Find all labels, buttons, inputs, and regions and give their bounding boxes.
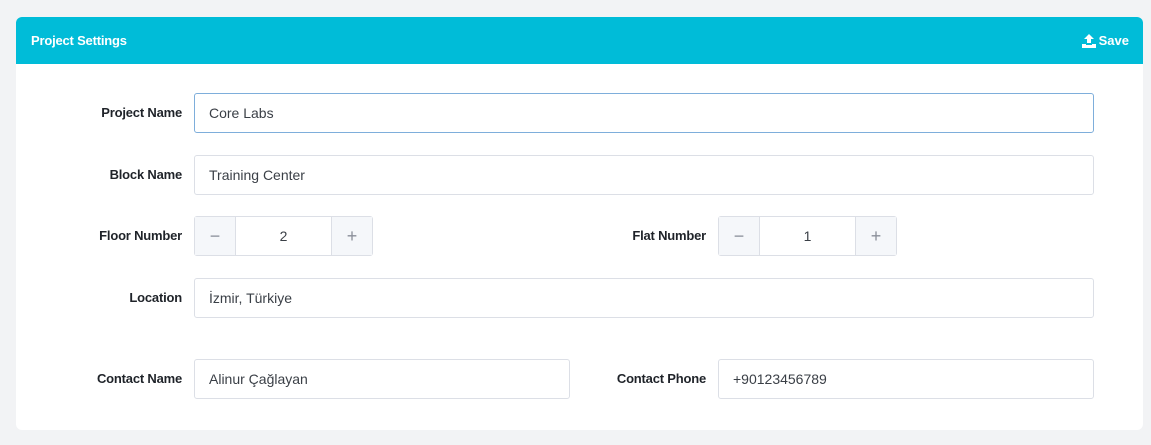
- block-name-row: Block Name Training Center: [16, 155, 1143, 195]
- floor-decrement-button[interactable]: −: [195, 217, 236, 255]
- project-name-row: Project Name Core Labs: [16, 93, 1143, 133]
- contact-name-label: Contact Name: [96, 371, 182, 386]
- flat-number-value[interactable]: 1: [760, 217, 855, 255]
- contact-name-input[interactable]: Alinur Çağlayan: [194, 359, 570, 399]
- contact-phone-input[interactable]: +90123456789: [718, 359, 1094, 399]
- upload-icon: [1081, 33, 1096, 48]
- floor-number-stepper[interactable]: − 2 +: [194, 216, 373, 256]
- flat-increment-button[interactable]: +: [855, 217, 896, 255]
- card-title: Project Settings: [31, 33, 127, 48]
- block-name-input[interactable]: Training Center: [194, 155, 1094, 195]
- floor-number-value[interactable]: 2: [236, 217, 331, 255]
- floor-increment-button[interactable]: +: [331, 217, 372, 255]
- floor-number-label: Floor Number: [99, 228, 182, 243]
- flat-number-label: Flat Number: [632, 228, 706, 243]
- contact-row: Contact Name Alinur Çağlayan Contact Pho…: [16, 359, 1143, 399]
- project-name-label: Project Name: [101, 105, 182, 120]
- save-label: Save: [1098, 33, 1129, 48]
- card-header: Project Settings Save: [16, 17, 1143, 64]
- location-input[interactable]: İzmir, Türkiye: [194, 278, 1094, 318]
- contact-phone-label: Contact Phone: [616, 371, 706, 386]
- location-label: Location: [129, 290, 182, 305]
- flat-number-stepper[interactable]: − 1 +: [718, 216, 897, 256]
- project-name-input[interactable]: Core Labs: [194, 93, 1094, 133]
- location-row: Location İzmir, Türkiye: [16, 278, 1143, 318]
- project-settings-card: Project Settings Save Project Name Core …: [16, 17, 1143, 430]
- save-button[interactable]: Save: [1081, 33, 1129, 48]
- block-name-label: Block Name: [109, 167, 183, 182]
- floor-flat-row: Floor Number − 2 + Flat Number − 1 +: [16, 216, 1143, 256]
- flat-decrement-button[interactable]: −: [719, 217, 760, 255]
